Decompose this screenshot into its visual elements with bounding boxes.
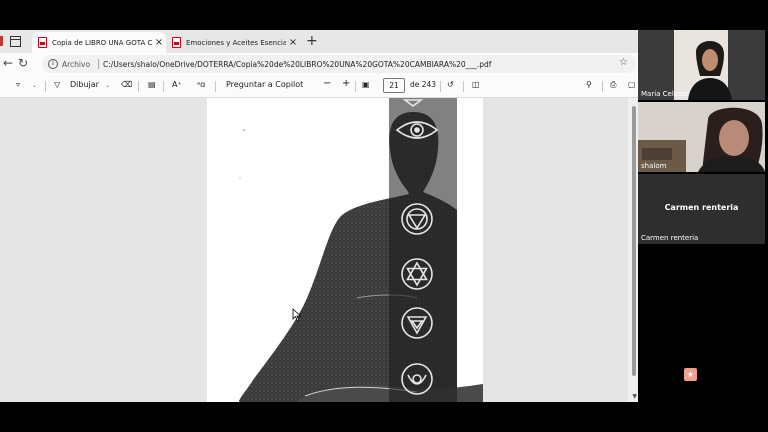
tab-emociones[interactable]: Emociones y Aceites Esenciales (E × xyxy=(166,32,300,53)
search-icon[interactable]: ⚲ xyxy=(586,80,592,89)
two-page-icon[interactable]: ◫ xyxy=(472,80,480,89)
scroll-down-arrow-icon[interactable]: ▼ xyxy=(632,393,637,400)
new-tab-button[interactable]: + xyxy=(306,34,318,48)
eraser-icon[interactable]: ⌫ xyxy=(121,80,132,89)
close-icon[interactable]: × xyxy=(286,37,300,48)
divider xyxy=(440,81,441,92)
chevron-down-icon[interactable]: ⌄ xyxy=(32,82,37,89)
pdf-page xyxy=(207,98,483,402)
divider xyxy=(355,81,356,92)
print-icon[interactable]: ⎙ xyxy=(610,80,616,90)
draw-icon[interactable]: ▽ xyxy=(54,80,60,89)
page-number-input[interactable]: 21 xyxy=(383,78,405,93)
video-tile-shalom[interactable]: shalom xyxy=(638,102,765,172)
back-icon[interactable]: ← xyxy=(3,56,13,70)
fit-page-icon[interactable]: ▣ xyxy=(362,80,370,89)
window-icon[interactable] xyxy=(10,36,21,47)
page-total: de 243 xyxy=(410,80,437,89)
divider xyxy=(215,81,216,92)
zoom-in-button[interactable]: + xyxy=(342,78,350,89)
tab-label: Copia de LIBRO UNA GOTA CAMBIARÁ xyxy=(52,38,152,47)
read-aloud-icon[interactable]: A⁺ xyxy=(172,80,182,89)
acrobat-icon[interactable]: ★ xyxy=(684,368,697,381)
divider xyxy=(463,81,464,92)
print-speck xyxy=(239,177,241,179)
spine-band xyxy=(389,98,457,402)
draw-button[interactable]: Dibujar xyxy=(70,80,99,89)
pdf-viewer[interactable]: ▼ xyxy=(0,98,638,402)
video-tile-carmen-renteria[interactable]: Carmen renteria Carmen renteria xyxy=(638,174,765,244)
close-icon[interactable]: × xyxy=(152,37,166,48)
text-icon[interactable]: ▤ xyxy=(148,80,156,89)
info-icon[interactable]: i xyxy=(48,59,58,69)
divider xyxy=(138,81,139,92)
participant-name: shalom xyxy=(641,162,667,170)
print-speck xyxy=(243,129,245,131)
video-tile-maria-celeste[interactable]: Maria Celeste xyxy=(638,30,765,100)
divider xyxy=(45,81,46,92)
pdf-icon xyxy=(172,37,181,48)
security-label: Archivo xyxy=(62,59,91,69)
save-icon[interactable]: ▢ xyxy=(628,80,636,89)
copilot-button[interactable]: Preguntar a Copilot xyxy=(226,80,303,89)
chakra-figure-illustration xyxy=(239,98,483,402)
participant-name: Maria Celeste xyxy=(641,90,689,98)
translate-icon[interactable]: ᵃɑ xyxy=(197,80,205,89)
pdf-icon xyxy=(38,37,47,48)
address-field[interactable]: i Archivo C:/Users/shalo/OneDrive/DOTERR… xyxy=(42,55,636,73)
scrollbar[interactable]: ▼ xyxy=(628,98,638,402)
browser-window: Copia de LIBRO UNA GOTA CAMBIARÁ × Emoci… xyxy=(0,30,638,402)
divider xyxy=(98,59,100,69)
divider xyxy=(163,81,164,92)
tab-libro[interactable]: Copia de LIBRO UNA GOTA CAMBIARÁ × xyxy=(32,32,166,53)
scrollbar-thumb[interactable] xyxy=(632,106,636,376)
participant-center-name: Carmen renteria xyxy=(664,203,739,212)
zoom-out-button[interactable]: − xyxy=(323,78,331,89)
tab-label: Emociones y Aceites Esenciales (E xyxy=(186,38,286,47)
star-icon[interactable]: ☆ xyxy=(619,57,628,68)
rotate-icon[interactable]: ↺ xyxy=(447,80,454,89)
highlighter-icon[interactable]: ▿ xyxy=(16,80,20,89)
address-bar-row: ← ↻ i Archivo C:/Users/shalo/OneDrive/DO… xyxy=(0,53,638,75)
participant-name: Carmen renteria xyxy=(641,234,699,242)
url-text: C:/Users/shalo/OneDrive/DOTERRA/Copia%20… xyxy=(103,59,492,69)
refresh-icon[interactable]: ↻ xyxy=(18,56,28,70)
pdf-toolbar: ▿ ⌄ ▽ Dibujar ⌄ ⌫ ▤ A⁺ ᵃɑ Preguntar a Co… xyxy=(0,75,638,98)
app-indicator xyxy=(0,36,3,46)
chevron-down-icon[interactable]: ⌄ xyxy=(105,82,110,89)
divider xyxy=(602,81,603,92)
tab-bar: Copia de LIBRO UNA GOTA CAMBIARÁ × Emoci… xyxy=(0,30,638,53)
cursor-icon xyxy=(292,308,302,322)
